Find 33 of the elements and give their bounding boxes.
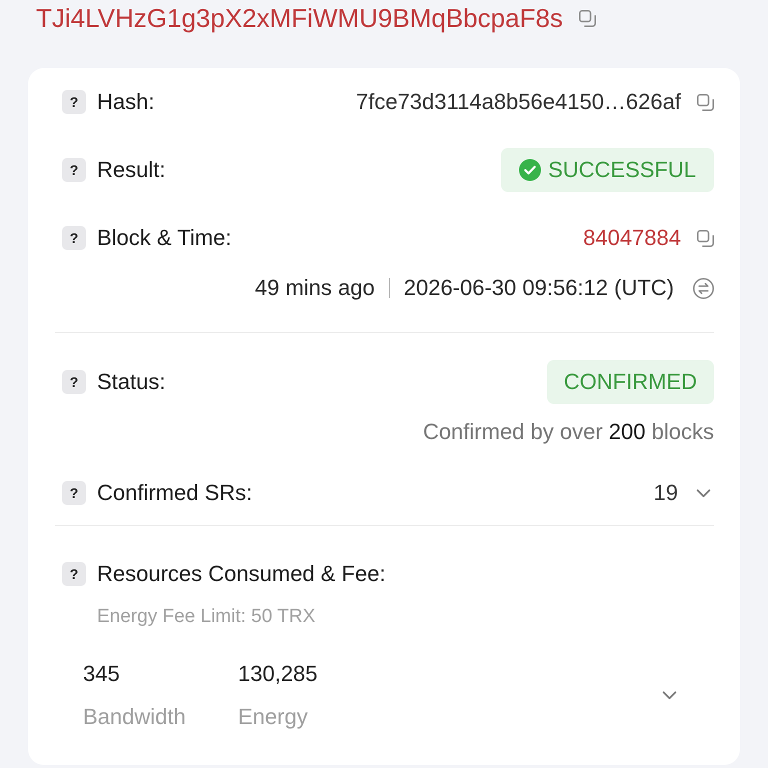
timestamp-text: 2026-06-30 09:56:12 (UTC) [404,274,674,302]
copy-icon[interactable] [697,94,714,110]
hash-value: 7fce73d3114a8b56e4150…626af [356,88,681,116]
copy-icon[interactable] [697,230,714,246]
chevron-down-icon[interactable] [696,488,711,498]
chevron-down-icon[interactable] [662,691,677,700]
sr-count: 19 [654,479,678,507]
help-badge[interactable]: ? [62,481,86,505]
field-label: Resources Consumed & Fee: [97,560,386,588]
status-badge: CONFIRMED [546,360,714,404]
help-badge[interactable]: ? [62,90,86,114]
block-number-link[interactable]: 84047884 [583,223,681,253]
check-circle-icon [519,159,542,181]
field-label: Result: [97,156,166,184]
field-label: Status: [97,368,166,396]
resource-amount: 345 [83,660,120,688]
address-title: TJi4LVHzG1g3pX2xMFiWMU9BMqBbcpaF8s [36,3,563,33]
resource-amount: 130,285 [238,660,318,688]
confirmation-note: Confirmed by over 200 blocks [422,418,714,446]
resource-name: Energy [238,703,308,731]
swap-icon[interactable] [693,278,714,298]
help-badge[interactable]: ? [62,370,86,394]
help-badge[interactable]: ? [62,562,86,586]
fee-limit-note: Energy Fee Limit: 50 TRX [97,605,316,629]
help-badge[interactable]: ? [62,158,86,182]
field-label: Block & Time: [97,224,232,252]
resource-name: Bandwidth [83,703,186,731]
help-badge[interactable]: ? [62,226,86,250]
result-text: SUCCESSFUL [548,156,696,184]
copy-icon[interactable] [578,10,596,26]
field-label: Confirmed SRs: [97,479,252,507]
time-ago-text: 49 mins ago [254,274,375,302]
field-label: Hash: [97,88,154,116]
